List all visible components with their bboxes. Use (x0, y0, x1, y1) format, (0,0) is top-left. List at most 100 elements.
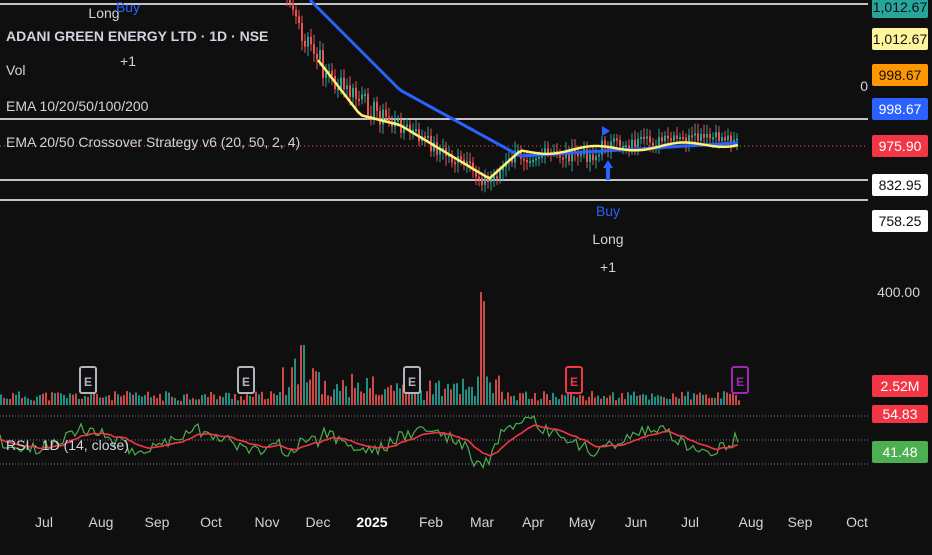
volume-bar (261, 391, 263, 405)
earnings-marker[interactable]: E (237, 366, 255, 394)
time-axis-label: Oct (846, 514, 868, 530)
candle-body (670, 138, 672, 141)
earnings-marker-label: E (570, 375, 578, 389)
volume-bar (102, 397, 104, 405)
price-chart-canvas[interactable]: EEEEE (0, 0, 932, 550)
volume-bar (561, 394, 563, 405)
volume-bar (318, 372, 320, 405)
earnings-marker-label: E (408, 375, 416, 389)
earnings-marker-label: E (84, 375, 92, 389)
volume-bar (567, 392, 569, 405)
volume-bar (240, 396, 242, 405)
buy-arrow-small (602, 126, 610, 136)
candle-body (367, 93, 369, 116)
volume-bar (30, 399, 32, 405)
volume-bar (321, 394, 323, 405)
rsi-ma-tag: 54.83 (872, 405, 928, 423)
volume-bar (711, 397, 713, 405)
candle-body (373, 101, 375, 119)
volume-bar (255, 391, 257, 405)
candle-body (343, 77, 345, 90)
candle-body (526, 160, 528, 163)
volume-bar (171, 396, 173, 405)
volume-bar (669, 398, 671, 405)
candle-body (493, 176, 495, 180)
candle-body (313, 44, 315, 54)
earnings-marker[interactable]: E (731, 366, 749, 394)
volume-bar (393, 390, 395, 405)
volume-bar (507, 392, 509, 405)
candle-body (460, 156, 462, 160)
volume-bar (612, 392, 614, 405)
volume-bar (354, 388, 356, 405)
volume-bar (21, 398, 23, 405)
volume-bar (435, 382, 437, 405)
candle-body (613, 138, 615, 142)
volume-bar (99, 397, 101, 405)
price-tag-ema-blue: 998.67 (872, 98, 928, 120)
candle-body (640, 137, 642, 140)
volume-bar (495, 379, 497, 405)
volume-bar (348, 397, 350, 405)
volume-bar (372, 376, 374, 405)
earnings-marker[interactable]: E (403, 366, 421, 394)
time-axis-label: Aug (738, 514, 764, 530)
volume-bar (492, 393, 494, 405)
volume-bar (12, 392, 14, 405)
ema-legend[interactable]: EMA 10/20/50/100/200 (6, 98, 148, 114)
time-axis-label: Aug (88, 514, 114, 530)
volume-bar (246, 394, 248, 405)
volume-bar (252, 396, 254, 405)
volume-bar (651, 393, 653, 405)
volume-bar (390, 384, 392, 405)
time-axis-label: Sep (787, 514, 813, 530)
volume-tag: 2.52M (872, 375, 928, 397)
price-tag-ema-yellow: 1,012.67 (872, 28, 928, 50)
candle-body (724, 137, 726, 141)
rsi-legend[interactable]: RSI · 1D (14, close) (6, 437, 129, 453)
time-axis-label: Apr (522, 514, 544, 530)
volume-bar (471, 386, 473, 405)
earnings-marker[interactable]: E (79, 366, 97, 394)
volume-bar (600, 398, 602, 405)
volume-bar (678, 398, 680, 405)
candle-body (703, 134, 705, 138)
time-axis-label: Nov (254, 514, 280, 530)
volume-bar (18, 391, 20, 405)
candle-body (415, 129, 417, 132)
candle-body (709, 133, 711, 139)
volume-bar (108, 395, 110, 405)
candle-body (547, 148, 549, 153)
candle-body (721, 137, 723, 141)
volume-bar (480, 292, 482, 405)
volume-bar (603, 395, 605, 405)
volume-bar (159, 393, 161, 405)
candle-body (364, 93, 366, 96)
volume-bar (633, 391, 635, 405)
volume-bar (723, 391, 725, 405)
volume-bar (78, 398, 80, 405)
chart-area[interactable]: EEEEE (0, 0, 932, 550)
volume-legend[interactable]: Vol (6, 62, 25, 78)
volume-bar (138, 395, 140, 405)
volume-bar (432, 394, 434, 405)
strategy-legend[interactable]: EMA 20/50 Crossover Strategy v6 (20, 50,… (6, 134, 300, 150)
candle-body (307, 36, 309, 47)
volume-bar (117, 394, 119, 405)
candle-body (691, 135, 693, 138)
earnings-marker[interactable]: E (565, 366, 583, 394)
candle-body (397, 119, 399, 122)
volume-bar (588, 396, 590, 405)
volume-bar (591, 391, 593, 405)
volume-bar (540, 398, 542, 405)
symbol-title[interactable]: ADANI GREEN ENERGY LTD · 1D · NSE (6, 28, 268, 44)
volume-bar (444, 388, 446, 405)
volume-bar (597, 395, 599, 405)
volume-bar (399, 388, 401, 405)
volume-bar (330, 396, 332, 405)
volume-bar (693, 393, 695, 405)
volume-bar (201, 395, 203, 405)
candle-body (712, 137, 714, 140)
volume-bar (282, 367, 284, 405)
volume-bar (579, 394, 581, 405)
